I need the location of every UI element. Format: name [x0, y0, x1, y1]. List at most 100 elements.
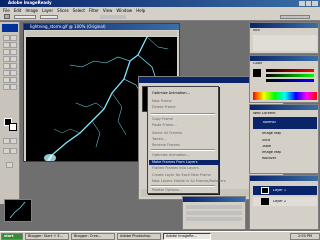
- hand-tool-icon[interactable]: [10, 77, 17, 83]
- app-title: Adobe ImageReady: [8, 0, 52, 5]
- window-controls: [299, 1, 319, 6]
- slice-option-3[interactable]: [186, 217, 242, 221]
- task-imageready[interactable]: Adobe ImageRe...: [163, 232, 211, 240]
- eraser-tool-icon[interactable]: [3, 63, 10, 69]
- info-palette: Info: [249, 22, 319, 54]
- close-button[interactable]: [312, 1, 319, 6]
- info-palette-title: [250, 23, 318, 28]
- preview-icon[interactable]: [3, 148, 10, 154]
- start-button[interactable]: start: [1, 232, 23, 240]
- menu-item-new-layers-visible[interactable]: New Layers Visible in All Frames/Rollove…: [152, 179, 226, 183]
- toggle-slices-icon[interactable]: [3, 138, 10, 144]
- context-menu: Optimize Animation... New Frame Delete F…: [147, 86, 226, 194]
- tab-info[interactable]: Info: [253, 29, 260, 33]
- menu-separator: [151, 113, 215, 115]
- imagemap-tool-icon[interactable]: [10, 84, 17, 90]
- menu-edit[interactable]: Edit: [14, 8, 22, 13]
- task-blogger-2[interactable]: Blogger: Crea...: [71, 232, 115, 240]
- slice-tool-icon[interactable]: [10, 49, 17, 55]
- menu-item-copy-frame[interactable]: Copy Frame: [152, 117, 173, 121]
- menu-separator: [151, 149, 215, 151]
- color-palette-title: [250, 56, 318, 61]
- green-slider[interactable]: [266, 74, 314, 77]
- eyedropper-icon[interactable]: [3, 77, 10, 83]
- slice-palette: [182, 196, 246, 230]
- zoom-tool-icon[interactable]: [3, 84, 10, 90]
- background-color-swatch[interactable]: [9, 123, 17, 131]
- options-control[interactable]: [100, 15, 126, 19]
- minimize-button[interactable]: [299, 1, 305, 6]
- web-content-item-table[interactable]: Table: [262, 145, 271, 149]
- task-photoshop[interactable]: Adobe Photoshop: [117, 232, 161, 240]
- layer-row-1[interactable]: Layer 1: [253, 186, 317, 195]
- brush-tool-icon[interactable]: [3, 56, 10, 62]
- menu-help[interactable]: Help: [136, 8, 145, 13]
- web-content-row-selected[interactable]: Normal: [253, 117, 317, 129]
- menu-filter[interactable]: Filter: [89, 8, 99, 13]
- lasso-tool-icon[interactable]: [3, 42, 10, 48]
- thumbnail-window[interactable]: [4, 199, 32, 222]
- web-content-item-rollover[interactable]: Rollover: [262, 157, 276, 161]
- menu-item-make-frames-from-layers[interactable]: Make Frames From Layers: [149, 160, 220, 165]
- menu-item-palette-options[interactable]: Palette Options...: [152, 188, 182, 192]
- layer-thumbnail: [261, 187, 269, 194]
- menu-item-optimize-top[interactable]: Optimize Animation...: [152, 91, 190, 95]
- system-clock: 2:50 PM: [290, 232, 320, 240]
- app-title-bar: Adobe ImageReady: [0, 0, 320, 7]
- tab-web-content[interactable]: Web Content: [253, 112, 276, 116]
- menu-select[interactable]: Select: [73, 8, 85, 13]
- menu-file[interactable]: File: [3, 8, 10, 13]
- menu-window[interactable]: Window: [116, 8, 132, 13]
- menu-item-flatten-frames[interactable]: Flatten Frames Into Layers: [152, 166, 199, 170]
- shape-tool-icon[interactable]: [10, 70, 17, 76]
- menu-item-tween[interactable]: Tween...: [152, 137, 166, 141]
- slice-option-2[interactable]: [186, 211, 242, 215]
- palette-well[interactable]: [280, 15, 310, 19]
- menu-item-create-layer[interactable]: Create Layer for Each New Frame: [152, 173, 211, 177]
- menu-view[interactable]: View: [103, 8, 113, 13]
- menu-slices[interactable]: Slices: [57, 8, 69, 13]
- menu-layer[interactable]: Layer: [42, 8, 53, 13]
- color-swatch[interactable]: [253, 69, 261, 77]
- slice-option-1[interactable]: [186, 205, 242, 209]
- style-dropdown[interactable]: [14, 15, 36, 19]
- options-bar: [0, 13, 320, 21]
- menu-image[interactable]: Image: [25, 8, 38, 13]
- document-title: lightning_storm.gif @ 100% (Original): [30, 24, 106, 29]
- layers-palette: Layer 1 Layer 2: [249, 175, 319, 230]
- maximize-button[interactable]: [305, 1, 312, 6]
- pencil-tool-icon[interactable]: [10, 56, 17, 62]
- task-blogger-1[interactable]: Blogger: Start + E...: [25, 232, 69, 240]
- red-slider[interactable]: [266, 69, 314, 72]
- marquee-tool-icon[interactable]: [3, 35, 10, 41]
- menu-item-paste-frame[interactable]: Paste Frame...: [152, 123, 177, 127]
- menu-item-delete-frame[interactable]: Delete Frame: [152, 105, 176, 109]
- menu-item-reverse-frames[interactable]: Reverse Frames: [152, 143, 180, 147]
- color-ramp[interactable]: [253, 92, 317, 100]
- magic-wand-icon[interactable]: [10, 42, 17, 48]
- web-content-sub: Image Map: [262, 132, 282, 135]
- menu-item-new-frame[interactable]: New Frame: [152, 99, 172, 103]
- move-tool-icon[interactable]: [10, 35, 17, 41]
- web-content-item-imagemap[interactable]: Image Map: [262, 151, 281, 155]
- web-content-row-label: Normal: [263, 121, 276, 124]
- marquee-tool-icon[interactable]: [4, 14, 10, 19]
- feather-field[interactable]: [40, 15, 58, 19]
- menu-item-select-all-frames[interactable]: Select All Frames: [152, 131, 182, 135]
- color-palette: Color: [249, 55, 319, 103]
- taskbar: start Blogger: Start + E... Blogger: Cre…: [0, 231, 320, 240]
- toggle-imagemap-icon[interactable]: [10, 138, 17, 144]
- menu-item-optimize-animation[interactable]: Optimize Animation...: [152, 153, 190, 157]
- document-tabs[interactable]: [26, 31, 177, 36]
- blue-slider[interactable]: [266, 79, 314, 82]
- web-content-palette-title: [250, 105, 318, 110]
- web-content-item-slice[interactable]: Slice: [262, 139, 270, 143]
- fill-tool-icon[interactable]: [10, 63, 17, 69]
- jump-to-photoshop-icon[interactable]: [6, 162, 13, 168]
- browser-preview-icon[interactable]: [10, 148, 17, 154]
- crop-tool-icon[interactable]: [3, 49, 10, 55]
- type-tool-icon[interactable]: [3, 70, 10, 76]
- tab-color[interactable]: Color: [253, 62, 262, 66]
- layer-row-2[interactable]: Layer 2: [253, 197, 317, 206]
- thumbnail-lightning: [9, 201, 26, 219]
